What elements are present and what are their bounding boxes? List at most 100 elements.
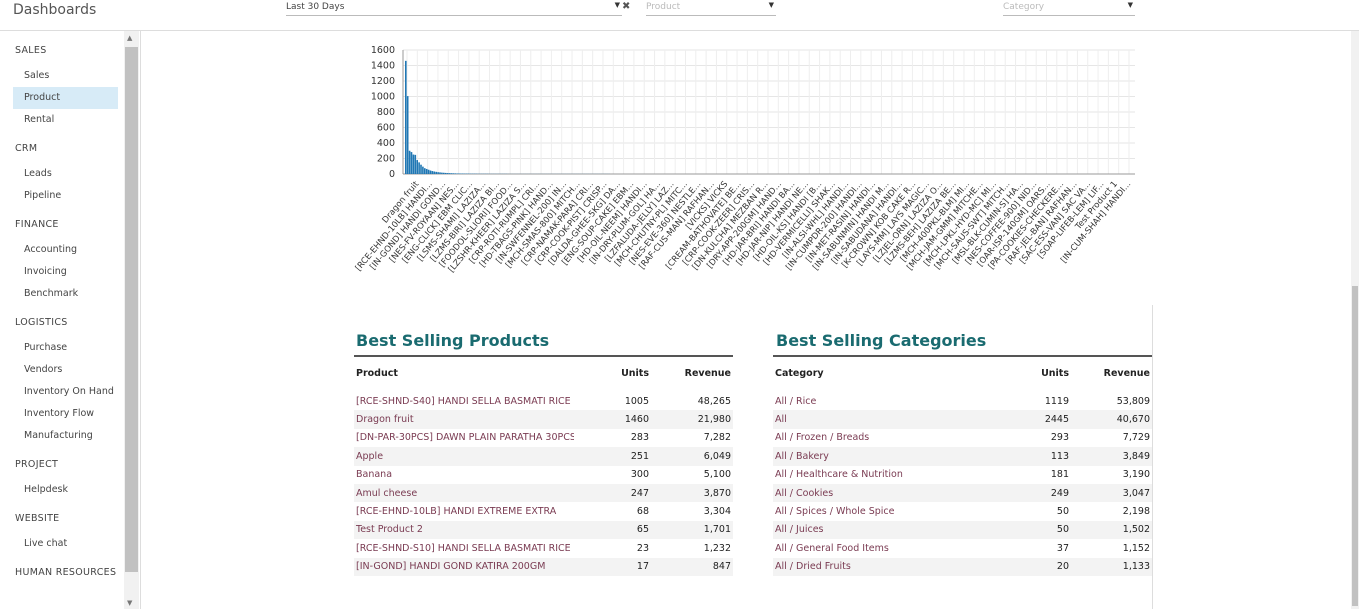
row-label[interactable]: All / General Food Items (773, 539, 993, 557)
row-revenue: 2,198 (1122, 506, 1150, 518)
row-label[interactable]: Amul cheese (354, 483, 574, 503)
row-revenue: 3,047 (1071, 483, 1152, 503)
app-title: Dashboards (13, 2, 97, 18)
row-label[interactable]: Dragon fruit (354, 410, 574, 429)
row-label[interactable]: All / Cookies (773, 483, 993, 503)
row-label[interactable]: All / Dried Fruits (773, 557, 993, 576)
sidebar-group-finance: FINANCE (15, 219, 59, 230)
row-label[interactable]: All (773, 410, 993, 429)
row-revenue: 5,100 (703, 469, 731, 481)
table-row[interactable]: All 2445 40,670 (773, 410, 1152, 429)
table-row[interactable]: [RCE-SHND-S10] HANDI SELLA BASMATI RICE 2… (354, 539, 733, 557)
col-revenue[interactable]: Revenue (1071, 358, 1152, 388)
sidebar-item-accounting[interactable]: Accounting (13, 239, 118, 261)
table-row[interactable]: Dragon fruit 1460 21,980 (354, 410, 733, 429)
table-row[interactable]: Test Product 2 65 1,701 (354, 520, 733, 540)
bar (424, 168, 426, 174)
row-label[interactable]: [IN-GOND] HANDI GOND KATIRA 200GM (354, 557, 574, 576)
sidebar-item-pipeline[interactable]: Pipeline (13, 185, 118, 207)
main-scrollbar[interactable] (1351, 31, 1359, 609)
table-row[interactable]: [RCE-EHND-10LB] HANDI EXTREME EXTRA 68 3,3… (354, 502, 733, 520)
row-label[interactable]: Apple (354, 447, 574, 466)
bar (405, 60, 407, 174)
table-row[interactable]: [IN-GOND] HANDI GOND KATIRA 200GM 17 847 (354, 557, 733, 576)
table-row[interactable]: [RCE-SHND-S40] HANDI SELLA BASMATI RICE 1… (354, 392, 733, 410)
table-row[interactable]: All / Dried Fruits 20 1,133 (773, 557, 1152, 576)
table-row[interactable]: All / Frozen / Breads 293 7,729 (773, 429, 1152, 447)
main-scroll-thumb[interactable] (1352, 286, 1358, 606)
sidebar-item-live-chat[interactable]: Live chat (13, 533, 118, 555)
row-label[interactable]: All / Frozen / Breads (773, 429, 993, 447)
product-select[interactable]: Product ▼ (646, 0, 776, 16)
period-value: Last 30 Days (286, 2, 345, 12)
y-tick-label: 1200 (371, 76, 395, 87)
row-label[interactable]: All / Spices / Whole Spice (773, 502, 993, 520)
row-label[interactable]: [RCE-EHND-10LB] HANDI EXTREME EXTRA (354, 502, 574, 520)
col-revenue[interactable]: Revenue (651, 358, 733, 388)
y-tick-label: 400 (377, 138, 395, 149)
table-row[interactable]: [DN-PAR-30PCS] DAWN PLAIN PARATHA 30PCS 2… (354, 429, 733, 447)
row-label[interactable]: [RCE-SHND-S40] HANDI SELLA BASMATI RICE (354, 392, 574, 410)
col-category[interactable]: Category (773, 358, 993, 388)
category-select[interactable]: Category ▼ (1003, 0, 1135, 16)
table-row[interactable]: All / Rice 1119 53,809 (773, 392, 1152, 410)
row-label[interactable]: All / Juices (773, 520, 993, 540)
sidebar-item-benchmark[interactable]: Benchmark (13, 283, 118, 305)
row-units: 65 (574, 520, 651, 540)
table-row[interactable]: Amul cheese 247 3,870 (354, 483, 733, 503)
row-units: 23 (636, 542, 649, 554)
bar (435, 171, 437, 174)
table-row[interactable]: All / Spices / Whole Spice 50 2,198 (773, 502, 1152, 520)
sidebar-item-invoicing[interactable]: Invoicing (13, 261, 118, 283)
row-units: 113 (993, 447, 1071, 466)
sidebar-item-rental[interactable]: Rental (13, 109, 118, 131)
row-revenue: 3,190 (1122, 469, 1150, 481)
row-units: 37 (1056, 542, 1069, 554)
bar (452, 173, 455, 174)
col-product[interactable]: Product (354, 358, 574, 388)
table-row[interactable]: All / Juices 50 1,502 (773, 520, 1152, 540)
sidebar-item-product[interactable]: Product (13, 87, 118, 109)
sidebar-scroll-thumb[interactable] (125, 47, 138, 572)
row-label[interactable]: [DN-PAR-30PCS] DAWN PLAIN PARATHA 30PCS (354, 429, 574, 447)
clear-filter-icon[interactable]: ✖ (622, 1, 630, 12)
row-label[interactable]: All / Rice (773, 392, 993, 410)
row-label[interactable]: Test Product 2 (354, 520, 574, 540)
sidebar-item-purchase[interactable]: Purchase (13, 337, 118, 359)
row-units: 1119 (1044, 395, 1069, 407)
table-row[interactable]: Apple 251 6,049 (354, 447, 733, 466)
table-row[interactable]: All / Bakery 113 3,849 (773, 447, 1152, 466)
bar (441, 172, 443, 174)
period-select[interactable]: Last 30 Days ▼ (286, 0, 622, 16)
col-units[interactable]: Units (993, 358, 1071, 388)
bar (433, 171, 436, 174)
sidebar-item-inventory-on-hand[interactable]: Inventory On Hand (13, 381, 118, 403)
row-units: 1460 (574, 410, 651, 429)
row-label[interactable]: All / Healthcare & Nutrition (773, 466, 993, 484)
sidebar-item-sales[interactable]: Sales (13, 65, 118, 87)
row-units: 2445 (993, 410, 1071, 429)
table-row[interactable]: All / Cookies 249 3,047 (773, 483, 1152, 503)
row-label[interactable]: All / Bakery (773, 447, 993, 466)
bar (443, 172, 445, 174)
sidebar-scrollbar[interactable]: ▲ ▼ (124, 31, 139, 609)
sidebar-item-leads[interactable]: Leads (13, 163, 118, 185)
table-row[interactable]: Banana 300 5,100 (354, 466, 733, 484)
scroll-down-icon[interactable]: ▼ (127, 599, 132, 607)
col-units[interactable]: Units (574, 358, 651, 388)
row-label[interactable]: Banana (354, 466, 574, 484)
sidebar-item-inventory-flow[interactable]: Inventory Flow (13, 403, 118, 425)
bar (408, 150, 411, 174)
category-placeholder: Category (1003, 2, 1045, 12)
table-row[interactable]: All / Healthcare & Nutrition 181 3,190 (773, 466, 1152, 484)
row-label[interactable]: [RCE-SHND-S10] HANDI SELLA BASMATI RICE (354, 539, 574, 557)
sidebar-item-helpdesk[interactable]: Helpdesk (13, 479, 118, 501)
bar (416, 160, 418, 174)
bar (446, 173, 449, 174)
table-row[interactable]: All / General Food Items 37 1,152 (773, 539, 1152, 557)
row-units: 247 (574, 483, 651, 503)
sidebar-item-manufacturing[interactable]: Manufacturing (13, 425, 118, 447)
scroll-up-icon[interactable]: ▲ (127, 34, 132, 42)
sidebar-item-vendors[interactable]: Vendors (13, 359, 118, 381)
panel-divider (1152, 305, 1153, 609)
